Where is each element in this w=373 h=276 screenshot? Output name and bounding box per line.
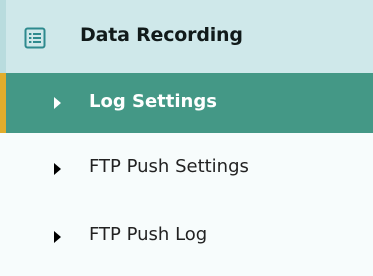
caret-right-icon [54,97,61,109]
caret-right-icon [54,163,61,175]
section-title: Data Recording [80,24,243,46]
sidebar-item-label: Log Settings [89,91,217,112]
sidebar-item-ftp-push-log[interactable]: FTP Push Log [0,206,373,268]
section-header-data-recording[interactable]: Data Recording [0,0,373,73]
sidebar-item-ftp-push-settings[interactable]: FTP Push Settings [0,137,373,201]
caret-right-icon [54,231,61,243]
sidebar-item-log-settings[interactable]: Log Settings [0,73,373,133]
sidebar-item-label: FTP Push Log [89,224,208,245]
sidebar-menu: Data Recording Log Settings FTP Push Set… [0,0,373,276]
list-icon [24,27,46,49]
sidebar-item-label: FTP Push Settings [89,156,249,177]
